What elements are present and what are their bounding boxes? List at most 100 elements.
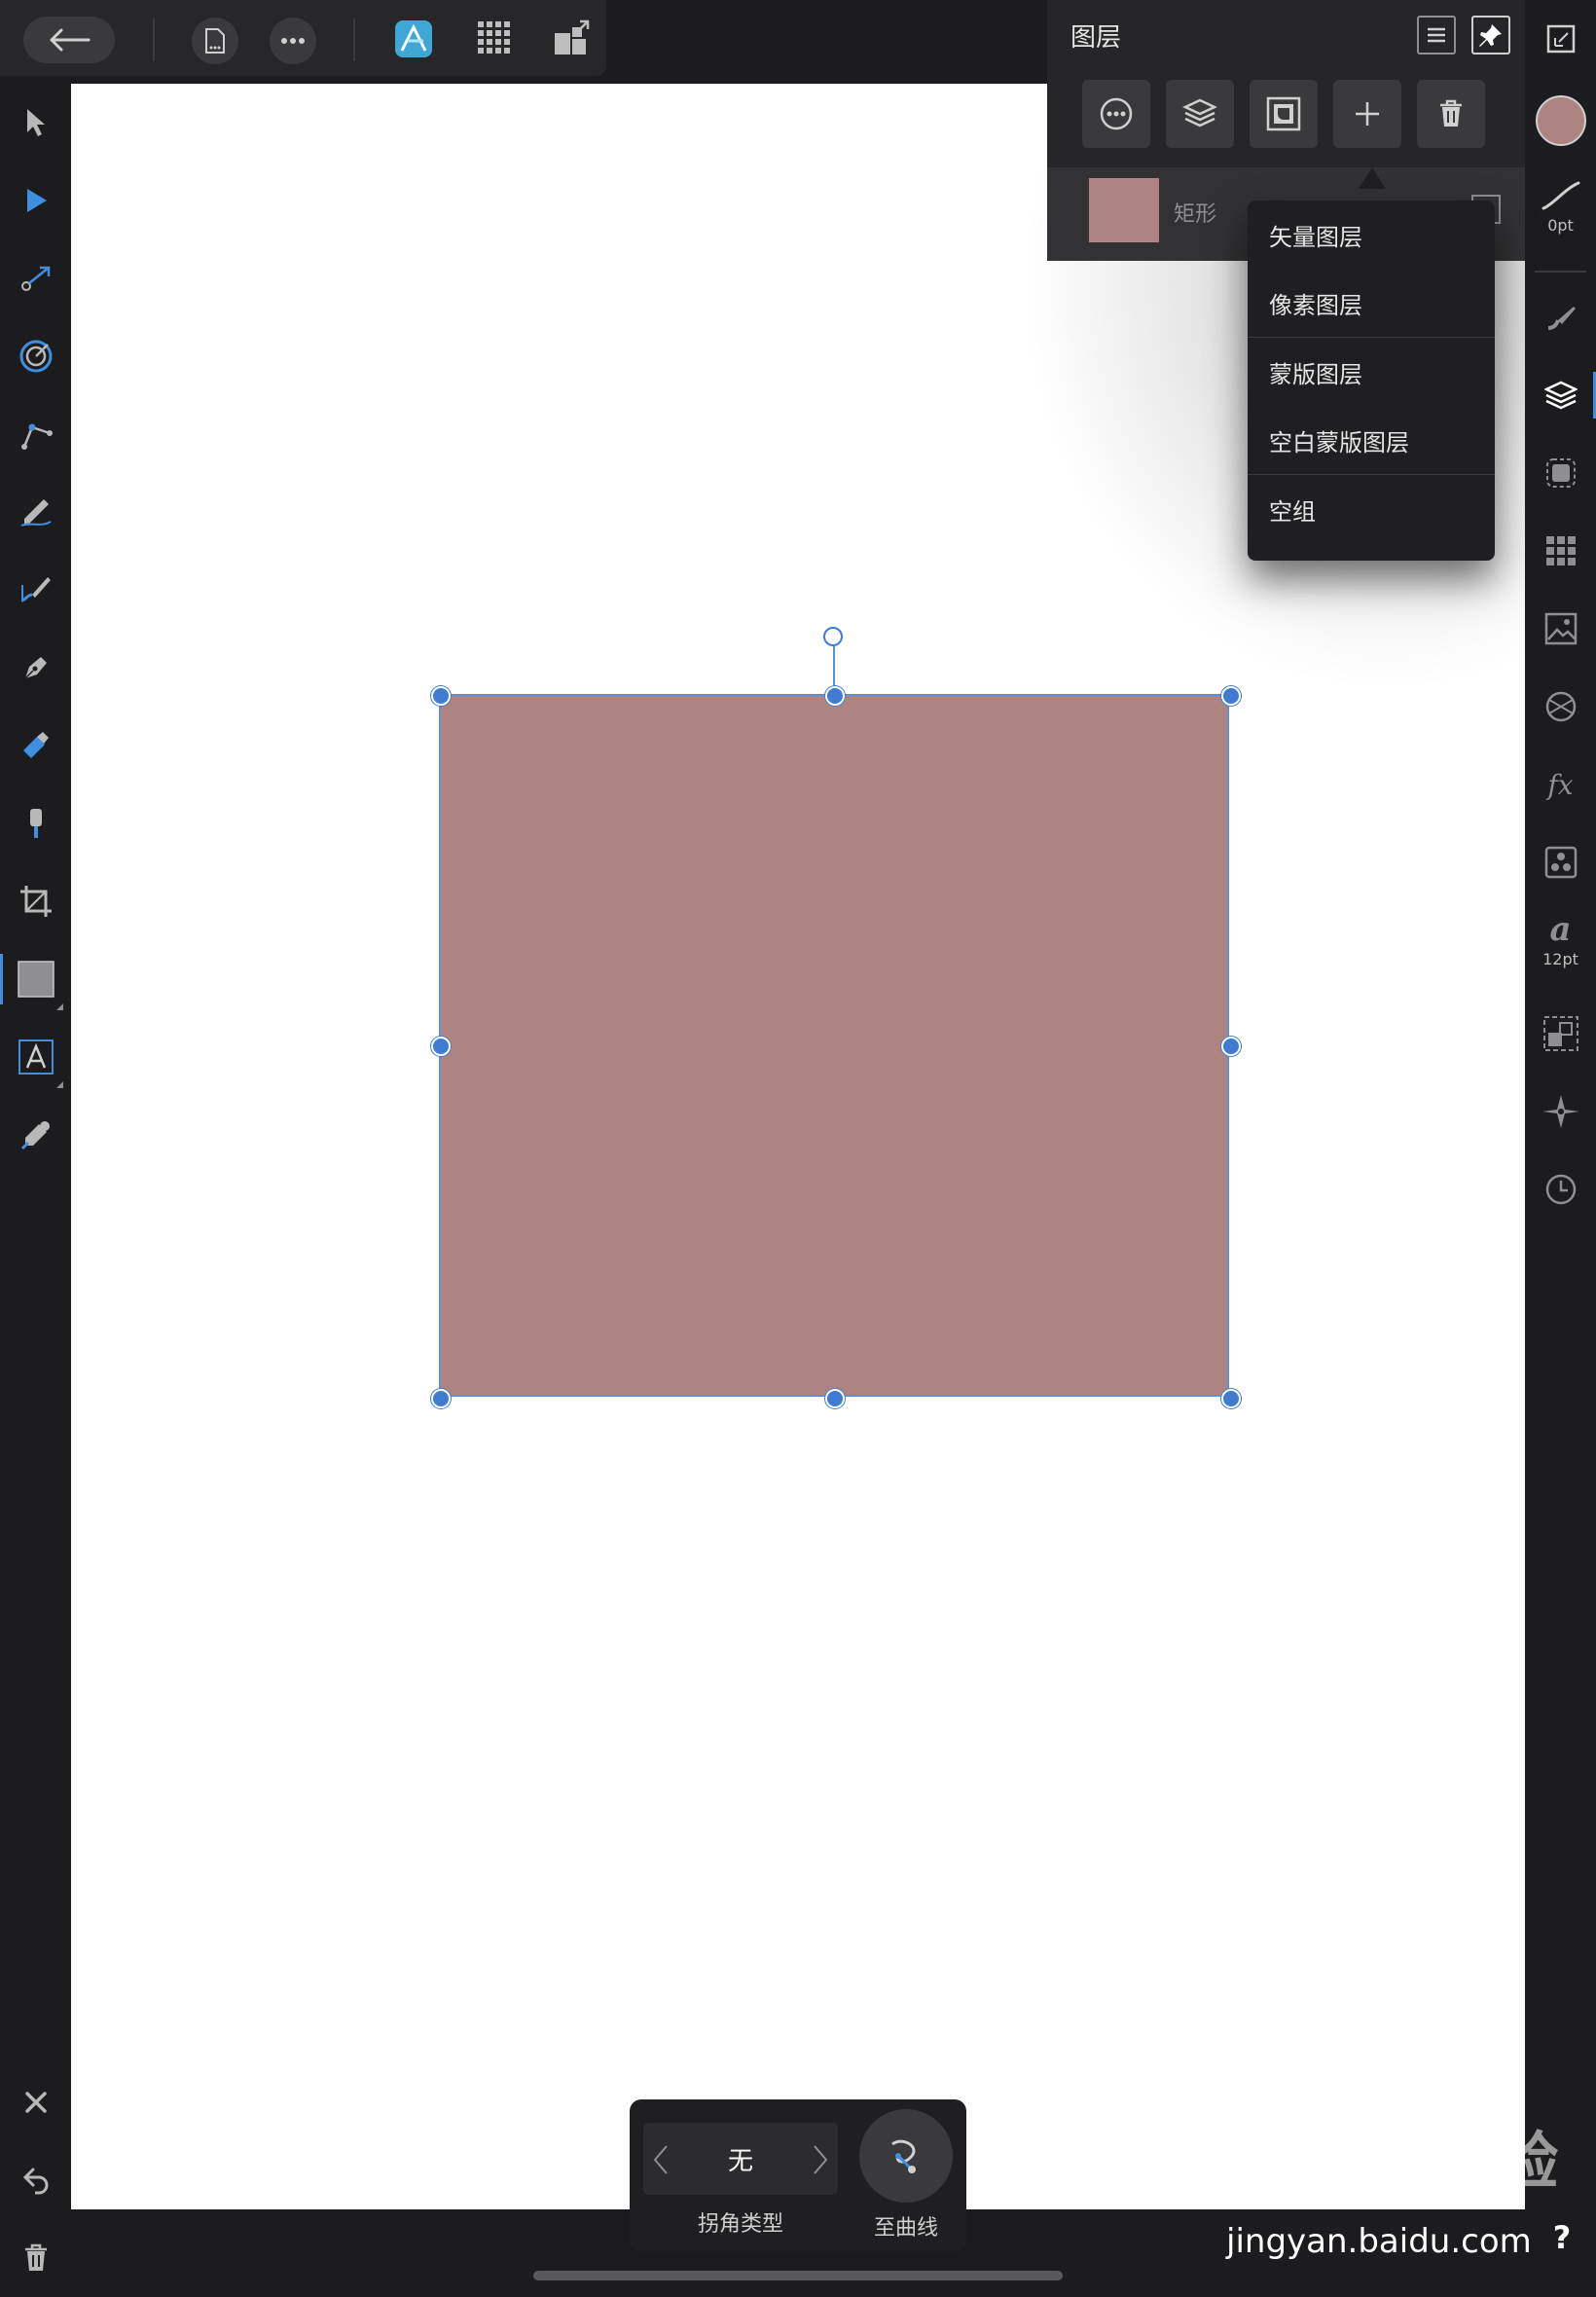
handle-bottom-right[interactable] bbox=[1221, 1389, 1241, 1408]
fill-tool[interactable] bbox=[0, 707, 71, 784]
handle-middle-right[interactable] bbox=[1221, 1037, 1241, 1056]
panel-title: 图层 bbox=[1070, 23, 1122, 53]
menu-item-vector-layer[interactable]: 矢量图层 bbox=[1248, 201, 1495, 269]
vector-brush-tool[interactable] bbox=[0, 551, 71, 629]
trash-icon bbox=[23, 2243, 49, 2273]
menu-item-empty-mask-layer[interactable]: 空白蒙版图层 bbox=[1248, 406, 1495, 474]
right-studio-toolbar: 0pt fx a 12pt bbox=[1525, 0, 1596, 2297]
handle-top-right[interactable] bbox=[1221, 686, 1241, 706]
color-picker-tool[interactable] bbox=[0, 1096, 71, 1174]
plus-icon bbox=[1353, 99, 1382, 128]
divider bbox=[153, 18, 155, 61]
ellipsis-icon bbox=[280, 37, 306, 45]
color-swatch-circle bbox=[1535, 95, 1586, 146]
handle-top-center[interactable] bbox=[825, 686, 845, 706]
add-layer-button[interactable] bbox=[1333, 80, 1401, 148]
artistic-text-tool[interactable] bbox=[0, 1018, 71, 1096]
divider bbox=[353, 18, 355, 61]
clock-icon bbox=[1544, 1173, 1578, 1206]
undo-button[interactable] bbox=[0, 2141, 71, 2219]
pencil-tool[interactable] bbox=[0, 473, 71, 551]
convert-to-curves-button[interactable] bbox=[859, 2109, 953, 2203]
handle-bottom-left[interactable] bbox=[431, 1389, 451, 1408]
menu-item-mask-layer[interactable]: 蒙版图层 bbox=[1248, 338, 1495, 406]
crop-tool[interactable] bbox=[0, 862, 71, 940]
assets-panel-button[interactable] bbox=[1525, 823, 1596, 901]
compass-icon bbox=[1542, 1093, 1579, 1130]
pixel-persona-button[interactable] bbox=[476, 19, 515, 58]
fx-icon: fx bbox=[1547, 768, 1574, 801]
transparency-icon bbox=[24, 807, 48, 840]
text-styles-button[interactable]: a 12pt bbox=[1525, 901, 1596, 979]
back-button[interactable] bbox=[23, 17, 115, 63]
next-corner-type-button[interactable] bbox=[813, 2144, 828, 2175]
more-options-button[interactable] bbox=[270, 18, 316, 64]
fill-icon bbox=[19, 729, 53, 762]
fullscreen-button[interactable] bbox=[1525, 0, 1596, 78]
rectangle-tool[interactable] bbox=[0, 940, 71, 1018]
trash-icon bbox=[1438, 99, 1464, 128]
history-panel-button[interactable] bbox=[1525, 1150, 1596, 1228]
effects-panel-button[interactable]: fx bbox=[1525, 746, 1596, 823]
layer-stack-button[interactable] bbox=[1166, 80, 1234, 148]
mask-layer-button[interactable] bbox=[1250, 80, 1318, 148]
color-panel-button[interactable] bbox=[1525, 668, 1596, 746]
transparency-tool[interactable] bbox=[0, 784, 71, 862]
handle-bottom-center[interactable] bbox=[825, 1389, 845, 1408]
pencil-icon bbox=[18, 495, 54, 529]
rectangle-icon bbox=[17, 960, 55, 999]
layer-thumbnail bbox=[1089, 178, 1159, 242]
chevron-right-icon bbox=[813, 2144, 828, 2175]
pen-tool[interactable] bbox=[0, 629, 71, 707]
rotation-handle[interactable] bbox=[823, 627, 843, 646]
export-persona-button[interactable] bbox=[553, 19, 592, 58]
close-button[interactable] bbox=[0, 2063, 71, 2141]
designer-persona-button[interactable] bbox=[394, 19, 437, 62]
fill-color-swatch[interactable] bbox=[1525, 82, 1596, 160]
corner-type-picker[interactable]: 无 bbox=[643, 2123, 838, 2195]
appearance-panel-button[interactable] bbox=[1525, 434, 1596, 512]
corner-tool[interactable] bbox=[0, 395, 71, 473]
panel-menu-button[interactable] bbox=[1417, 16, 1456, 55]
ellipsis-circle-icon bbox=[1099, 96, 1134, 131]
export-icon bbox=[553, 19, 592, 56]
contour-tool[interactable] bbox=[0, 317, 71, 395]
mask-icon bbox=[1266, 96, 1301, 131]
point-transform-tool[interactable] bbox=[0, 239, 71, 317]
close-icon bbox=[24, 2091, 48, 2114]
node-pointer-icon bbox=[22, 186, 50, 215]
pin-panel-button[interactable] bbox=[1471, 16, 1510, 55]
top-toolbar bbox=[0, 0, 606, 76]
handle-middle-left[interactable] bbox=[431, 1037, 451, 1056]
brushes-panel-button[interactable] bbox=[1525, 278, 1596, 356]
popover-arrow bbox=[1359, 167, 1386, 189]
rectangle-shape[interactable] bbox=[439, 694, 1229, 1397]
corner-type-label: 拐角类型 bbox=[697, 2212, 783, 2237]
help-button[interactable]: ? bbox=[1547, 2219, 1577, 2256]
node-tool[interactable] bbox=[0, 162, 71, 239]
convert-to-curves-icon bbox=[885, 2134, 927, 2177]
pin-icon bbox=[1478, 22, 1504, 48]
delete-button[interactable] bbox=[0, 2219, 71, 2297]
layer-options-button[interactable] bbox=[1082, 80, 1150, 148]
handle-top-left[interactable] bbox=[431, 686, 451, 706]
layers-panel-button[interactable] bbox=[1525, 356, 1596, 434]
stroke-button[interactable]: 0pt bbox=[1525, 167, 1596, 245]
contour-icon bbox=[18, 339, 54, 374]
document-button[interactable] bbox=[192, 18, 238, 64]
menu-item-pixel-layer[interactable]: 像素图层 bbox=[1248, 269, 1495, 337]
transform-panel-button[interactable] bbox=[1525, 995, 1596, 1073]
navigator-panel-button[interactable] bbox=[1525, 1073, 1596, 1150]
swatches-panel-button[interactable] bbox=[1525, 512, 1596, 590]
stroke-width-label: 0pt bbox=[1547, 215, 1574, 235]
vector-brush-icon bbox=[18, 573, 54, 606]
pen-nib-icon bbox=[19, 651, 53, 684]
color-wheel-icon bbox=[1544, 690, 1578, 723]
delete-layer-button[interactable] bbox=[1417, 80, 1485, 148]
appearance-icon bbox=[1544, 456, 1578, 490]
text-a-icon: a bbox=[1549, 909, 1572, 949]
stock-panel-button[interactable] bbox=[1525, 590, 1596, 668]
home-indicator bbox=[533, 2271, 1063, 2280]
move-tool[interactable] bbox=[0, 84, 71, 162]
menu-item-empty-group[interactable]: 空组 bbox=[1248, 475, 1495, 543]
